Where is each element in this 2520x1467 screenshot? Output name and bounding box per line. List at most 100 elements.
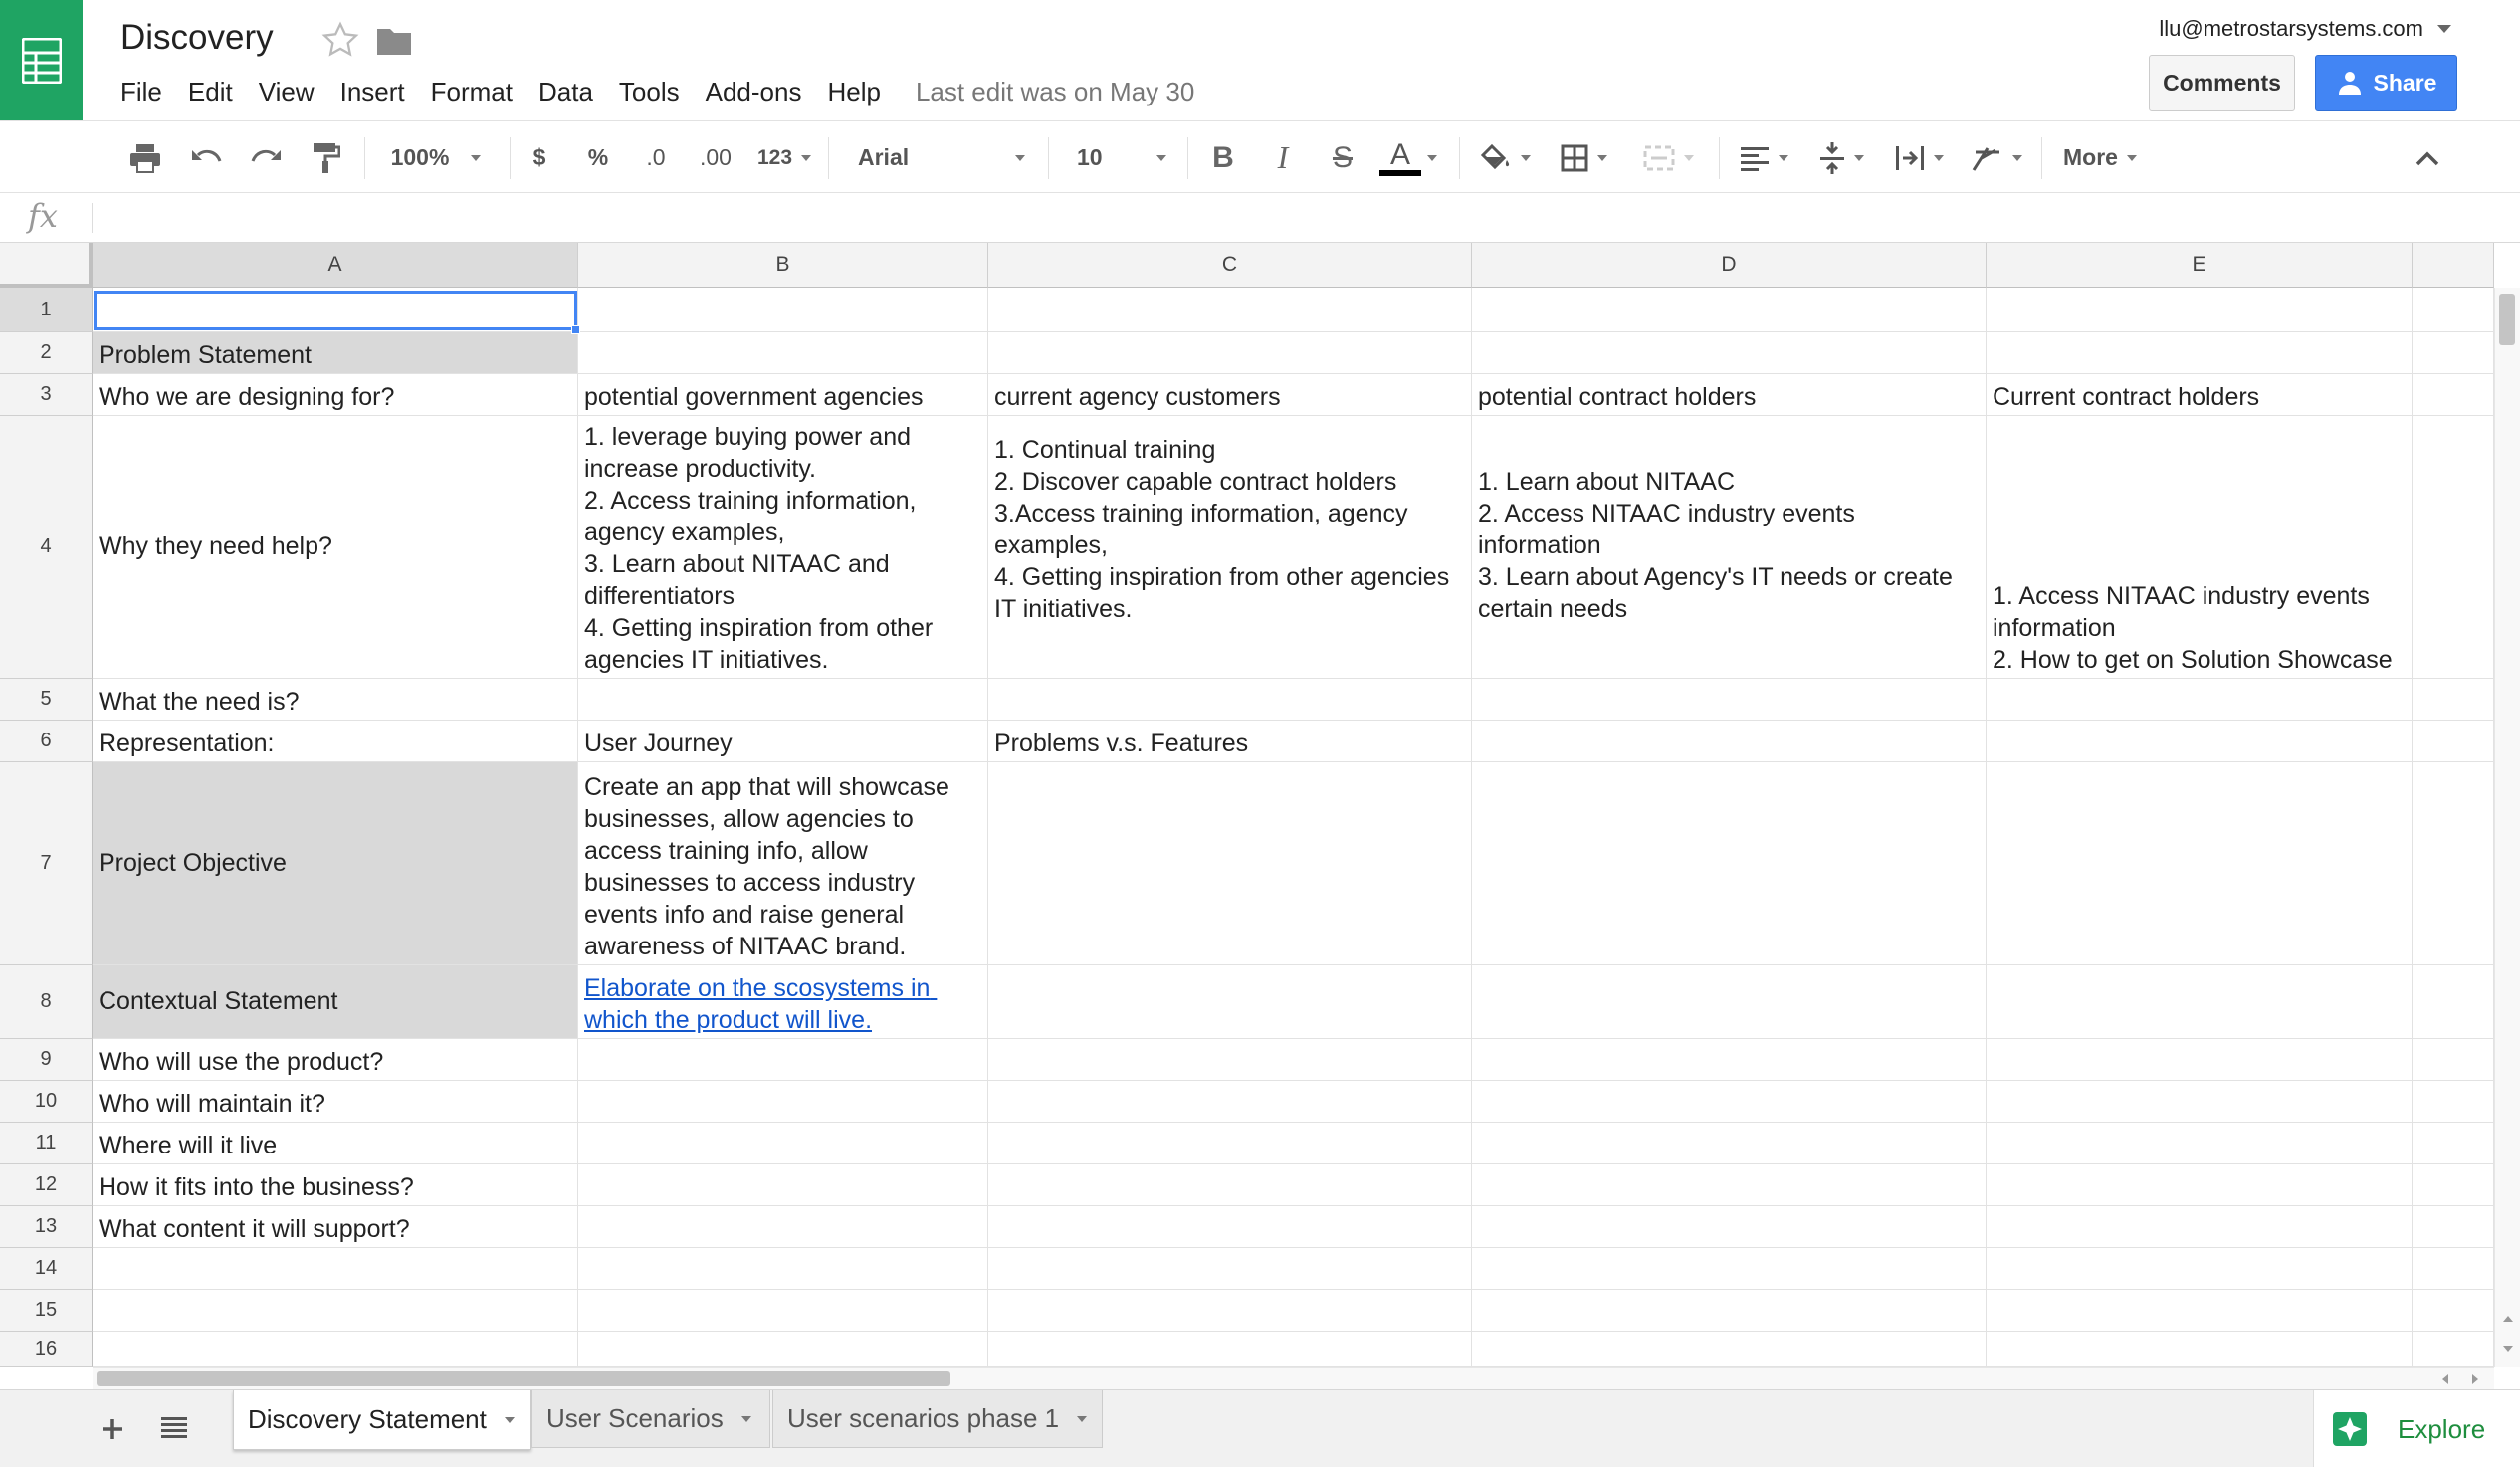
- cell-d2[interactable]: [1472, 332, 1987, 374]
- cell-f3[interactable]: [2413, 374, 2494, 416]
- cell-f14[interactable]: [2413, 1248, 2494, 1290]
- cell-d9[interactable]: [1472, 1039, 1987, 1081]
- borders-button[interactable]: [1554, 121, 1613, 194]
- document-title[interactable]: Discovery: [120, 18, 274, 58]
- cell-a13[interactable]: What content it will support?: [93, 1206, 578, 1248]
- explore-button[interactable]: Explore: [2313, 1390, 2520, 1467]
- scroll-left-icon[interactable]: [2440, 1373, 2450, 1385]
- cell-e10[interactable]: [1987, 1081, 2413, 1123]
- text-color-button[interactable]: A: [1377, 121, 1439, 194]
- chevron-down-icon[interactable]: [740, 1415, 751, 1422]
- cell-d6[interactable]: [1472, 721, 1987, 762]
- cell-d10[interactable]: [1472, 1081, 1987, 1123]
- cell-c2[interactable]: [988, 332, 1472, 374]
- merge-cells-button[interactable]: [1632, 121, 1704, 194]
- cell-a8[interactable]: Contextual Statement: [93, 965, 578, 1039]
- cell-e6[interactable]: [1987, 721, 2413, 762]
- horizontal-scroll-thumb[interactable]: [97, 1371, 950, 1386]
- italic-button[interactable]: I: [1268, 121, 1298, 194]
- row-header-4[interactable]: 4: [0, 416, 93, 679]
- cell-b15[interactable]: [578, 1290, 988, 1332]
- formula-input[interactable]: [100, 199, 2488, 237]
- scroll-down-icon[interactable]: [2502, 1344, 2514, 1354]
- text-wrapping-button[interactable]: [1889, 121, 1949, 194]
- cell-c12[interactable]: [988, 1164, 1472, 1206]
- cell-e13[interactable]: [1987, 1206, 2413, 1248]
- cell-e11[interactable]: [1987, 1123, 2413, 1164]
- add-sheet-button[interactable]: [96, 1412, 129, 1446]
- cell-a15[interactable]: [93, 1290, 578, 1332]
- cell-f5[interactable]: [2413, 679, 2494, 721]
- fill-color-button[interactable]: [1475, 121, 1535, 194]
- column-header-f[interactable]: [2413, 243, 2494, 288]
- cell-a5[interactable]: What the need is?: [93, 679, 578, 721]
- row-header-12[interactable]: 12: [0, 1164, 93, 1206]
- row-header-11[interactable]: 11: [0, 1123, 93, 1164]
- cell-a7[interactable]: Project Objective: [93, 762, 578, 965]
- cell-f4[interactable]: [2413, 416, 2494, 679]
- cell-d7[interactable]: [1472, 762, 1987, 965]
- cell-c1[interactable]: [988, 288, 1472, 332]
- cell-c5[interactable]: [988, 679, 1472, 721]
- row-header-5[interactable]: 5: [0, 679, 93, 721]
- vertical-scroll-thumb[interactable]: [2499, 294, 2515, 345]
- row-header-2[interactable]: 2: [0, 332, 93, 374]
- all-sheets-button[interactable]: [159, 1414, 193, 1444]
- menu-add-ons[interactable]: Add-ons: [693, 77, 815, 107]
- cell-c14[interactable]: [988, 1248, 1472, 1290]
- cell-d3[interactable]: potential contract holders: [1472, 374, 1987, 416]
- column-header-d[interactable]: D: [1472, 243, 1987, 288]
- vertical-scrollbar[interactable]: [2494, 288, 2520, 1367]
- menu-view[interactable]: View: [246, 77, 327, 107]
- cell-c8[interactable]: [988, 965, 1472, 1039]
- cell-f9[interactable]: [2413, 1039, 2494, 1081]
- column-header-b[interactable]: B: [578, 243, 988, 288]
- cell-e16[interactable]: [1987, 1332, 2413, 1367]
- cell-d4[interactable]: 1. Learn about NITAAC 2. Access NITAAC i…: [1472, 416, 1987, 679]
- cell-a3[interactable]: Who we are designing for?: [93, 374, 578, 416]
- cell-d16[interactable]: [1472, 1332, 1987, 1367]
- more-button[interactable]: More: [2058, 121, 2142, 194]
- cell-f15[interactable]: [2413, 1290, 2494, 1332]
- horizontal-scrollbar[interactable]: [93, 1367, 2494, 1389]
- cell-a11[interactable]: Where will it live: [93, 1123, 578, 1164]
- select-all-corner[interactable]: [0, 243, 93, 288]
- cell-b9[interactable]: [578, 1039, 988, 1081]
- cell-f2[interactable]: [2413, 332, 2494, 374]
- cell-f6[interactable]: [2413, 721, 2494, 762]
- sheet-tab-user-scenarios[interactable]: User Scenarios: [531, 1390, 770, 1448]
- cell-a4[interactable]: Why they need help?: [93, 416, 578, 679]
- column-header-c[interactable]: C: [988, 243, 1472, 288]
- sheets-logo[interactable]: [0, 0, 83, 120]
- menu-insert[interactable]: Insert: [327, 77, 418, 107]
- cell-e4[interactable]: 1. Access NITAAC industry events informa…: [1987, 416, 2413, 679]
- redo-button[interactable]: [247, 121, 287, 194]
- cell-d8[interactable]: [1472, 965, 1987, 1039]
- cell-a9[interactable]: Who will use the product?: [93, 1039, 578, 1081]
- row-header-14[interactable]: 14: [0, 1248, 93, 1290]
- cell-d14[interactable]: [1472, 1248, 1987, 1290]
- row-header-13[interactable]: 13: [0, 1206, 93, 1248]
- column-header-e[interactable]: E: [1987, 243, 2413, 288]
- cell-e2[interactable]: [1987, 332, 2413, 374]
- row-header-7[interactable]: 7: [0, 762, 93, 965]
- fill-handle[interactable]: [571, 325, 580, 334]
- cell-f12[interactable]: [2413, 1164, 2494, 1206]
- vertical-align-button[interactable]: [1811, 121, 1871, 194]
- horizontal-align-button[interactable]: [1734, 121, 1793, 194]
- last-edit-link[interactable]: Last edit was on May 30: [916, 77, 1194, 107]
- cell-f8[interactable]: [2413, 965, 2494, 1039]
- cell-a6[interactable]: Representation:: [93, 721, 578, 762]
- cell-b2[interactable]: [578, 332, 988, 374]
- increase-decimal-button[interactable]: .00: [695, 121, 736, 194]
- undo-button[interactable]: [186, 121, 226, 194]
- cell-c10[interactable]: [988, 1081, 1472, 1123]
- cell-f7[interactable]: [2413, 762, 2494, 965]
- cell-d5[interactable]: [1472, 679, 1987, 721]
- cell-c4[interactable]: 1. Continual training 2. Discover capabl…: [988, 416, 1472, 679]
- cell-c7[interactable]: [988, 762, 1472, 965]
- cell-e7[interactable]: [1987, 762, 2413, 965]
- row-header-8[interactable]: 8: [0, 965, 93, 1039]
- scroll-right-icon[interactable]: [2470, 1373, 2480, 1385]
- menu-file[interactable]: File: [107, 77, 175, 107]
